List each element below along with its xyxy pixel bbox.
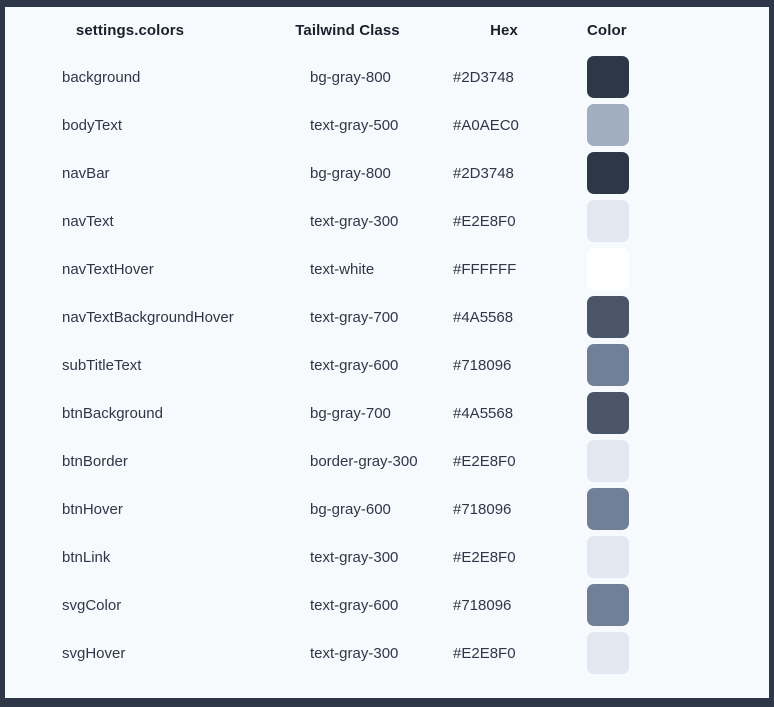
hex-value: #4A5568 [453,404,514,422]
color-swatch-cell [568,53,769,101]
table-row: navBar bg-gray-800 #2D3748 [5,149,769,197]
hex-value: #A0AEC0 [453,116,519,134]
color-token-name: bodyText [62,116,123,134]
column-header-tailwind-class: Tailwind Class [295,21,400,39]
color-swatch [587,488,629,530]
tailwind-class-value: text-gray-300 [310,548,399,566]
color-swatch [587,56,629,98]
table-header-row: settings.colors Tailwind Class Hex Color [5,7,769,53]
color-token-name: navTextHover [62,260,154,278]
tailwind-class-value: text-gray-600 [310,596,399,614]
color-swatch-cell [568,293,769,341]
column-header-hex: Hex [490,21,518,39]
table-row: bodyText text-gray-500 #A0AEC0 [5,101,769,149]
color-token-name: svgColor [62,596,122,614]
table-row: svgColor text-gray-600 #718096 [5,581,769,629]
color-swatch-cell [568,197,769,245]
color-token-name: navBar [62,164,110,182]
hex-value: #E2E8F0 [453,212,516,230]
color-swatch [587,632,629,674]
color-swatch-cell [568,245,769,293]
tailwind-class-value: text-gray-700 [310,308,399,326]
color-token-name: background [62,68,141,86]
tailwind-class-value: bg-gray-700 [310,404,391,422]
table-row: navText text-gray-300 #E2E8F0 [5,197,769,245]
table-row: btnHover bg-gray-600 #718096 [5,485,769,533]
tailwind-class-value: border-gray-300 [310,452,418,470]
hex-value: #2D3748 [453,68,514,86]
color-swatch [587,296,629,338]
color-swatch [587,344,629,386]
color-swatch-cell [568,533,769,581]
color-token-name: btnLink [62,548,111,566]
window-frame: settings.colors Tailwind Class Hex Color… [0,0,774,707]
hex-value: #718096 [453,500,512,518]
tailwind-class-value: text-gray-600 [310,356,399,374]
table-row: navTextBackgroundHover text-gray-700 #4A55… [5,293,769,341]
table-row: background bg-gray-800 #2D3748 [5,53,769,101]
hex-value: #E2E8F0 [453,644,516,662]
hex-value: #FFFFFF [453,260,517,278]
color-swatch-cell [568,485,769,533]
hex-value: #4A5568 [453,308,514,326]
table-body: background bg-gray-800 #2D3748 bodyText text… [5,53,769,677]
tailwind-class-value: bg-gray-800 [310,164,391,182]
color-swatch [587,248,629,290]
column-header-color: Color [587,21,627,39]
tailwind-class-value: text-white [310,260,375,278]
color-swatch-cell [568,629,769,677]
tailwind-class-value: text-gray-300 [310,644,399,662]
color-swatch-cell [568,149,769,197]
color-token-name: navText [62,212,114,230]
tailwind-class-value: bg-gray-600 [310,500,391,518]
table-row: btnLink text-gray-300 #E2E8F0 [5,533,769,581]
settings-colors-card: settings.colors Tailwind Class Hex Color… [5,7,769,698]
color-token-name: svgHover [62,644,126,662]
table-row: subTitleText text-gray-600 #718096 [5,341,769,389]
color-swatch-cell [568,437,769,485]
hex-value: #E2E8F0 [453,548,516,566]
hex-value: #E2E8F0 [453,452,516,470]
color-swatch-cell [568,341,769,389]
color-swatch [587,584,629,626]
hex-value: #718096 [453,356,512,374]
color-swatch [587,536,629,578]
tailwind-class-value: text-gray-300 [310,212,399,230]
tailwind-class-value: text-gray-500 [310,116,399,134]
color-swatch [587,104,629,146]
hex-value: #718096 [453,596,512,614]
tailwind-class-value: bg-gray-800 [310,68,391,86]
hex-value: #2D3748 [453,164,514,182]
table-row: btnBackground bg-gray-700 #4A5568 [5,389,769,437]
color-token-name: btnBackground [62,404,163,422]
table-row: svgHover text-gray-300 #E2E8F0 [5,629,769,677]
color-swatch [587,200,629,242]
color-swatch-cell [568,101,769,149]
color-token-name: btnBorder [62,452,128,470]
color-swatch-cell [568,389,769,437]
color-token-name: btnHover [62,500,123,518]
color-token-name: navTextBackgroundHover [62,308,234,326]
color-swatch [587,152,629,194]
settings-colors-table: settings.colors Tailwind Class Hex Color… [5,7,769,677]
table-header: settings.colors Tailwind Class Hex Color [5,7,769,53]
color-swatch-cell [568,581,769,629]
color-token-name: subTitleText [62,356,142,374]
table-row: btnBorder border-gray-300 #E2E8F0 [5,437,769,485]
table-row: navTextHover text-white #FFFFFF [5,245,769,293]
column-header-settings-colors: settings.colors [75,21,185,39]
color-swatch [587,440,629,482]
color-swatch [587,392,629,434]
